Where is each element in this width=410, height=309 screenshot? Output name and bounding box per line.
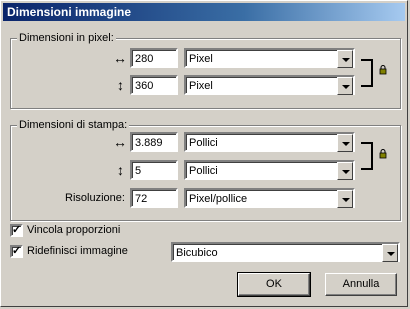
chevron-down-icon[interactable] bbox=[337, 162, 353, 180]
resample-method-select[interactable]: Bicubico bbox=[171, 242, 400, 262]
pixel-height-unit-select[interactable]: Pixel bbox=[184, 75, 355, 95]
cancel-button[interactable]: Annulla bbox=[325, 273, 397, 296]
lock-icon bbox=[379, 65, 387, 75]
image-size-dialog: Dimensioni immagine Dimensioni in pixel:… bbox=[0, 0, 408, 307]
horizontal-arrows-icon: ↔ bbox=[113, 50, 127, 66]
resample-image-label[interactable]: Ridefinisci immagine bbox=[27, 244, 128, 258]
resolution-input[interactable]: 72 bbox=[130, 188, 178, 208]
pixel-height-input[interactable]: 360 bbox=[130, 75, 178, 95]
ok-button[interactable]: OK bbox=[237, 272, 311, 297]
vertical-arrows-icon: ↕ bbox=[117, 77, 124, 93]
horizontal-arrows-icon: ↔ bbox=[113, 134, 127, 150]
pixel-height-unit-value: Pixel bbox=[189, 80, 213, 92]
print-height-input[interactable]: 5 bbox=[130, 160, 178, 180]
print-height-unit-value: Pollici bbox=[189, 165, 218, 177]
print-link-bracket bbox=[361, 142, 373, 170]
chevron-down-icon[interactable] bbox=[337, 134, 353, 152]
lock-icon bbox=[379, 149, 387, 159]
constrain-proportions-label[interactable]: Vincola proporzioni bbox=[27, 223, 120, 237]
print-width-unit-value: Pollici bbox=[189, 137, 218, 149]
vertical-arrows-icon: ↕ bbox=[117, 162, 124, 178]
pixel-dimensions-label: Dimensioni in pixel: bbox=[17, 32, 116, 44]
pixel-link-bracket bbox=[361, 59, 373, 87]
chevron-down-icon[interactable] bbox=[337, 77, 353, 95]
print-height-unit-select[interactable]: Pollici bbox=[184, 160, 355, 180]
resample-image-checkbox[interactable]: ✓ bbox=[10, 245, 23, 258]
pixel-width-input[interactable]: 280 bbox=[130, 48, 178, 68]
print-dimensions-label: Dimensioni di stampa: bbox=[17, 119, 130, 131]
chevron-down-icon[interactable] bbox=[337, 50, 353, 68]
pixel-width-unit-value: Pixel bbox=[189, 53, 213, 65]
print-width-input[interactable]: 3.889 bbox=[130, 132, 178, 152]
resolution-label: Risoluzione: bbox=[65, 192, 125, 204]
chevron-down-icon[interactable] bbox=[337, 190, 353, 208]
constrain-proportions-checkbox[interactable]: ✓ bbox=[10, 224, 23, 237]
resample-method-value: Bicubico bbox=[176, 247, 218, 259]
chevron-down-icon[interactable] bbox=[382, 244, 398, 262]
pixel-width-unit-select[interactable]: Pixel bbox=[184, 48, 355, 68]
print-width-unit-select[interactable]: Pollici bbox=[184, 132, 355, 152]
dialog-title: Dimensioni immagine bbox=[3, 3, 405, 21]
resolution-unit-select[interactable]: Pixel/pollice bbox=[184, 188, 355, 208]
resolution-unit-value: Pixel/pollice bbox=[189, 193, 248, 205]
